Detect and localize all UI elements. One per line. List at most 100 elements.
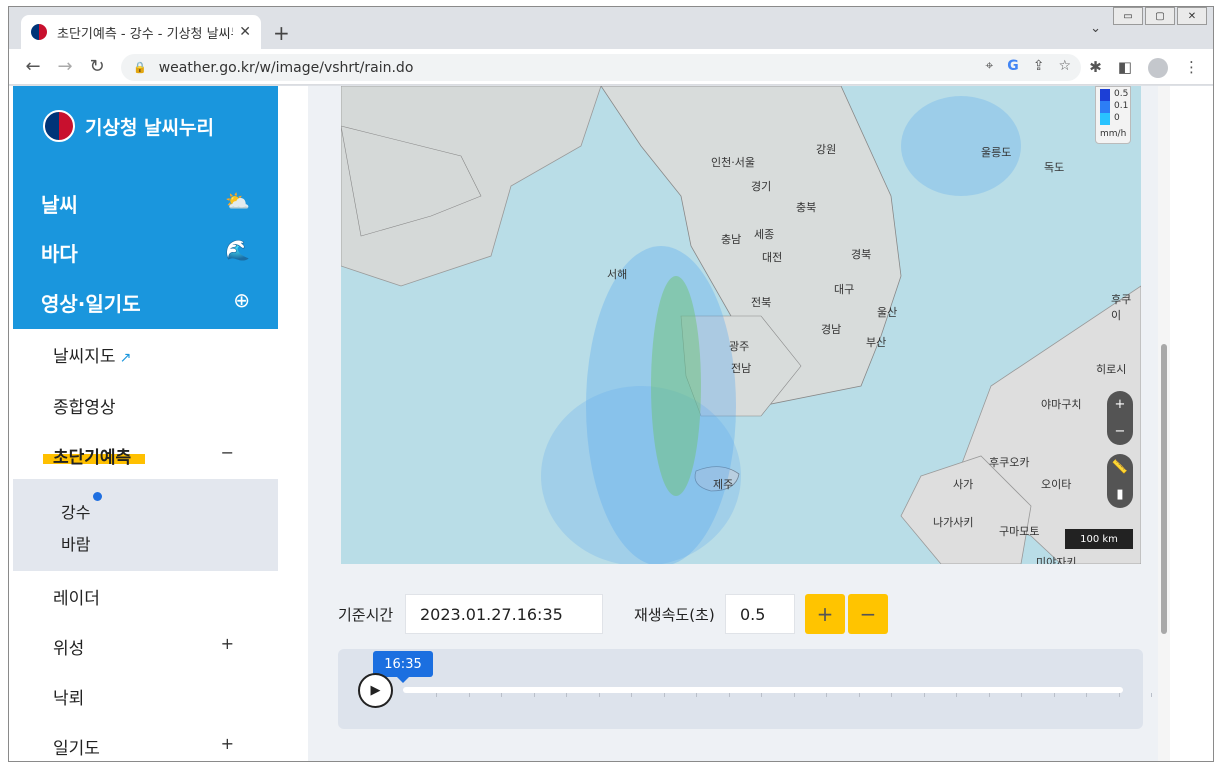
nowcast-submenu: 강수 바람 xyxy=(13,479,278,571)
browser-tab[interactable]: 초단기예측 - 강수 - 기상청 날씨누리 ✕ xyxy=(21,15,261,49)
legend-unit: mm/h xyxy=(1100,129,1127,139)
collapse-icon[interactable]: − xyxy=(221,443,234,462)
site-logo[interactable]: 기상청 날씨누리 xyxy=(43,110,214,142)
map-label-chungnam: 충남 xyxy=(721,233,742,246)
timeline-tick xyxy=(533,693,535,697)
extensions-icon[interactable]: ✱ xyxy=(1089,58,1102,78)
reload-icon[interactable]: ↻ xyxy=(81,56,113,77)
map-label-gyeonggi: 경기 xyxy=(751,180,772,193)
map-label-fukui: 후쿠이 xyxy=(1111,293,1132,322)
share-icon[interactable]: ⇪ xyxy=(1033,58,1045,74)
profile-avatar[interactable] xyxy=(1148,58,1168,78)
map-label-gyeongbuk: 경북 xyxy=(851,248,872,261)
close-window-button[interactable]: ✕ xyxy=(1177,7,1207,25)
submenu-wind[interactable]: 바람 xyxy=(61,531,90,555)
current-time-tag: 16:35 xyxy=(373,651,433,683)
submenu-weather-chart[interactable]: 일기도 xyxy=(53,734,100,759)
rain-forecast-map[interactable]: 강원 경기 충북 충남 세종 대전 경북 서해 전북 대구 울산 경남 부산 광… xyxy=(341,86,1141,564)
submenu-rain[interactable]: 강수 xyxy=(61,499,90,523)
zoom-in-icon[interactable]: + xyxy=(1115,397,1126,412)
timeline-tick xyxy=(598,693,600,697)
timeline-tick xyxy=(696,693,697,697)
map-label-miyazaki: 미야자키 xyxy=(1036,556,1077,564)
submenu-weather-map-label: 날씨지도 ↗ xyxy=(53,347,132,367)
location-blocked-icon[interactable]: ⌖ xyxy=(985,58,993,74)
map-label-dokdo: 독도 xyxy=(1044,161,1065,174)
timeline-tick xyxy=(923,693,925,697)
logo-text: 기상청 날씨누리 xyxy=(85,116,214,139)
timeline-tick xyxy=(468,693,470,697)
sidebar: 기상청 날씨누리 날씨 ⛅ 바다 🌊 영상·일기도 ⊕ 날씨지도↗ 종합영상 xyxy=(13,86,278,761)
timeline-tick xyxy=(988,693,990,697)
base-time-field[interactable]: 2023.01.27.16:35 xyxy=(405,594,603,634)
lock-icon[interactable]: 🔒 xyxy=(133,61,147,74)
menu-icon[interactable]: ⋮ xyxy=(1184,58,1199,78)
forward-icon[interactable]: → xyxy=(49,56,81,77)
new-tab-button[interactable]: + xyxy=(273,21,290,45)
external-link-icon: ↗ xyxy=(119,350,132,366)
map-label-gwangju: 광주 xyxy=(729,340,750,353)
map-label-daejeon: 대전 xyxy=(762,251,783,264)
submenu-lightning[interactable]: 낙뢰 xyxy=(53,684,84,709)
scroll-thumb[interactable] xyxy=(1161,344,1167,634)
minimize-button[interactable]: ▭ xyxy=(1113,7,1143,25)
speed-field[interactable]: 0.5 xyxy=(725,594,795,634)
play-button[interactable]: ▶ xyxy=(358,673,393,708)
close-icon[interactable]: ✕ xyxy=(239,24,251,40)
chevron-down-icon[interactable]: ⌄ xyxy=(1090,21,1101,36)
timeline-tick xyxy=(631,693,632,697)
star-icon[interactable]: ☆ xyxy=(1058,58,1071,74)
legend-value: 0 xyxy=(1114,113,1120,123)
window-controls: ▭ ▢ ✕ xyxy=(1113,7,1207,25)
playback-controls: 기준시간 2023.01.27.16:35 재생속도(초) 0.5 + − xyxy=(338,594,1138,634)
map-label-jeonnam: 전남 xyxy=(731,362,752,375)
speed-increase-button[interactable]: + xyxy=(805,594,845,634)
google-icon[interactable]: G xyxy=(1007,58,1019,74)
weather-icon: ⛅ xyxy=(225,189,250,213)
timeline-track[interactable] xyxy=(403,687,1123,693)
timeline-tick xyxy=(501,693,502,697)
address-bar[interactable]: 🔒 weather.go.kr/w/image/vshrt/rain.do ⌖ … xyxy=(121,54,1081,81)
browser-window: 초단기예측 - 강수 - 기상청 날씨누리 ✕ + ⌄ ▭ ▢ ✕ ← → ↻ … xyxy=(8,6,1214,762)
submenu-satellite[interactable]: 위성 xyxy=(53,634,84,659)
back-icon[interactable]: ← xyxy=(17,56,49,77)
timeline-tick xyxy=(826,693,827,697)
map-layer-icon[interactable]: ▮ xyxy=(1116,487,1123,502)
timeline-tick xyxy=(891,693,892,697)
ruler-icon[interactable]: 📏 xyxy=(1112,460,1128,475)
timeline-tick xyxy=(566,693,567,697)
map-label-ulsan: 울산 xyxy=(877,306,898,319)
menu-image-chart-label: 영상·일기도 xyxy=(41,292,141,316)
submenu-composite[interactable]: 종합영상 xyxy=(53,393,116,418)
timeline-tick xyxy=(956,693,957,697)
expand-icon[interactable]: + xyxy=(221,634,234,653)
legend-swatch xyxy=(1100,89,1110,101)
legend-swatch xyxy=(1100,101,1110,113)
zoom-out-icon[interactable]: − xyxy=(1115,424,1126,439)
tab-title: 초단기예측 - 강수 - 기상청 날씨누리 xyxy=(57,26,233,42)
submenu-radar[interactable]: 레이더 xyxy=(53,584,100,609)
map-label-oita: 오이타 xyxy=(1041,478,1072,491)
timeline-tick xyxy=(1151,693,1152,697)
timeline: 16:35 ▶ xyxy=(338,649,1152,729)
timeline-tick xyxy=(1021,693,1022,697)
timeline-tick xyxy=(1053,693,1055,697)
timeline-tick xyxy=(1086,693,1087,697)
map-tools-control[interactable]: 📏 ▮ xyxy=(1107,454,1133,508)
page: 기상청 날씨누리 날씨 ⛅ 바다 🌊 영상·일기도 ⊕ 날씨지도↗ 종합영상 xyxy=(9,86,1213,761)
speed-decrease-button[interactable]: − xyxy=(848,594,888,634)
zoom-control[interactable]: + − xyxy=(1107,391,1133,445)
timeline-tick xyxy=(663,693,665,697)
map-label-west-sea: 서해 xyxy=(607,268,628,281)
maximize-button[interactable]: ▢ xyxy=(1145,7,1175,25)
url-text: weather.go.kr/w/image/vshrt/rain.do xyxy=(158,59,414,76)
submenu-nowcast[interactable]: 초단기예측 xyxy=(53,443,131,468)
map-label-jeju: 제주 xyxy=(713,478,734,491)
page-scrollbar[interactable] xyxy=(1158,86,1170,761)
browser-right-icons: ✱ ◧ ⋮ xyxy=(1089,58,1199,78)
map-label-gangwon: 강원 xyxy=(816,143,837,156)
sidepanel-icon[interactable]: ◧ xyxy=(1118,58,1132,78)
expand-icon[interactable]: + xyxy=(221,734,234,753)
map-label-gyeongnam: 경남 xyxy=(821,323,842,336)
wave-icon: 🌊 xyxy=(225,238,250,262)
